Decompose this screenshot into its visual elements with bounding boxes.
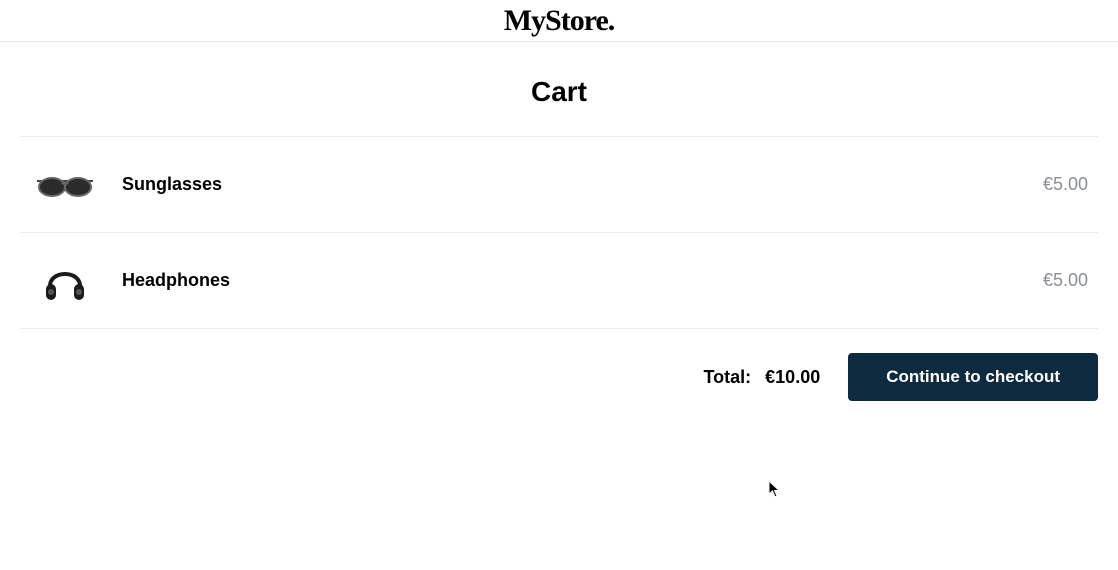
sunglasses-icon <box>30 150 100 220</box>
cart-footer: Total: €10.00 Continue to checkout <box>20 353 1098 401</box>
cart-item-price: €5.00 <box>1043 174 1088 195</box>
cart-item-row: Sunglasses €5.00 <box>20 137 1098 233</box>
total-label: Total: <box>704 367 752 388</box>
checkout-button[interactable]: Continue to checkout <box>848 353 1098 401</box>
cart-item-name: Headphones <box>122 270 1043 291</box>
mouse-cursor-icon <box>768 480 782 498</box>
page-title: Cart <box>20 76 1098 108</box>
cart-total: Total: €10.00 <box>704 367 821 388</box>
store-logo[interactable]: MyStore. <box>504 6 615 36</box>
total-value: €10.00 <box>765 367 820 388</box>
cart-container: Cart Sunglasses €5.00 <box>0 76 1118 401</box>
cart-item-name: Sunglasses <box>122 174 1043 195</box>
site-header: MyStore. <box>0 0 1118 42</box>
cart-item-price: €5.00 <box>1043 270 1088 291</box>
cart-list: Sunglasses €5.00 Headphones €5.00 <box>20 136 1098 329</box>
headphones-icon <box>30 246 100 316</box>
cart-item-row: Headphones €5.00 <box>20 233 1098 329</box>
